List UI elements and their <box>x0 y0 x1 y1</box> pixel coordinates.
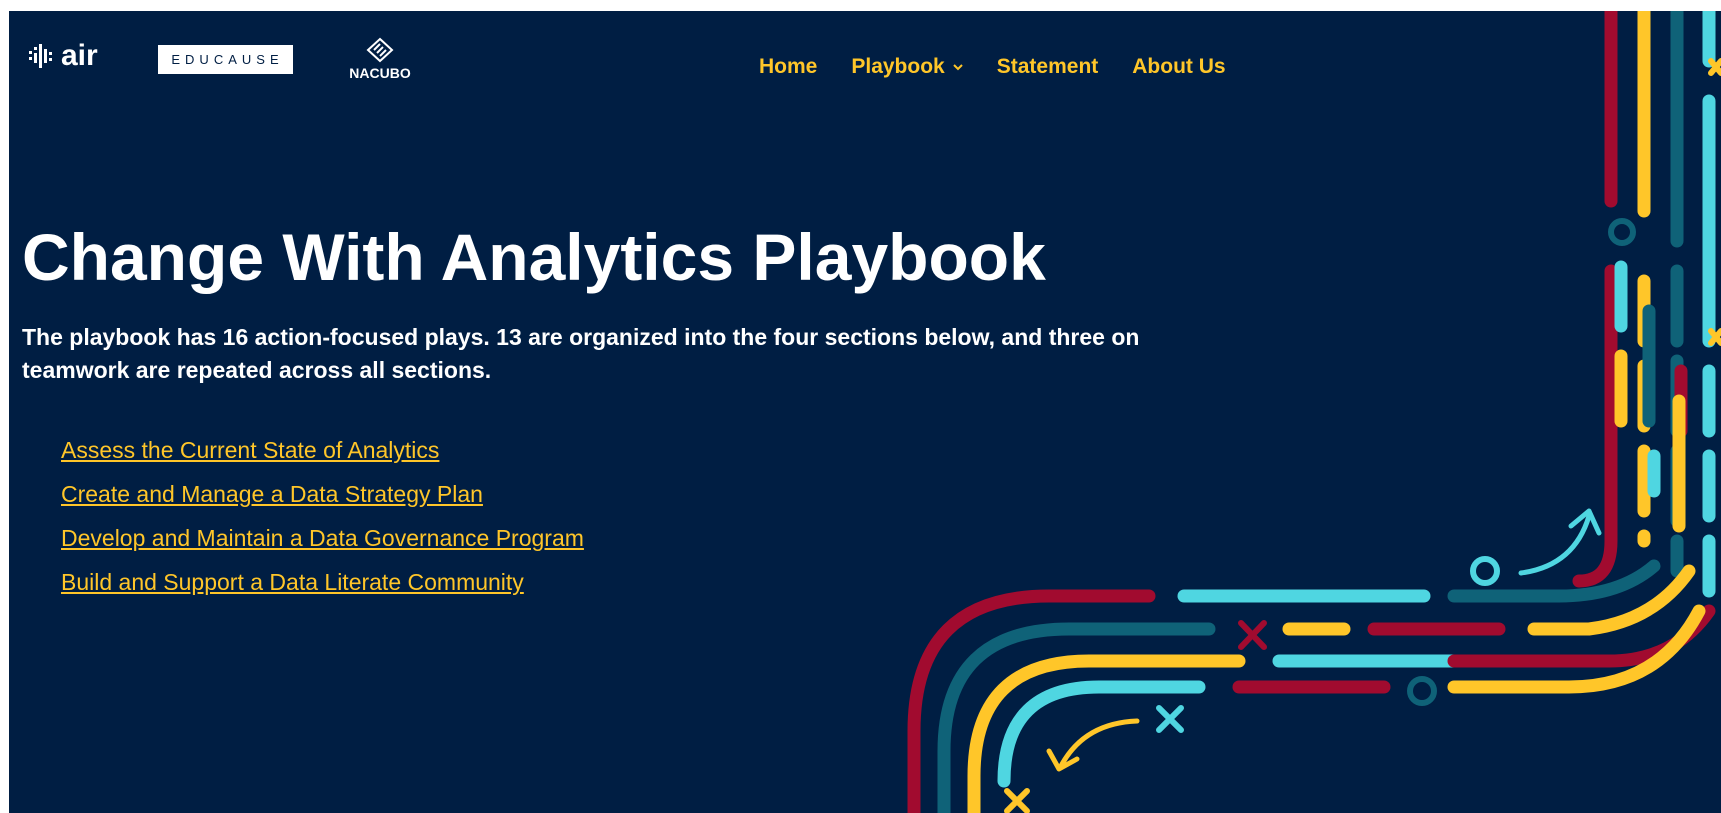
page-description: The playbook has 16 action-focused plays… <box>22 324 1140 383</box>
page: air EDUCAUSE NACUBO Home Playbook Statem… <box>9 11 1721 813</box>
list-item: Develop and Maintain a Data Governance P… <box>61 525 584 569</box>
section-link-strategy[interactable]: Create and Manage a Data Strategy Plan <box>61 481 483 507</box>
decorative-playbook-lines <box>907 11 1721 813</box>
page-title: Change With Analytics Playbook <box>22 220 1046 294</box>
list-item: Create and Manage a Data Strategy Plan <box>61 481 584 525</box>
list-item: Build and Support a Data Literate Commun… <box>61 569 584 613</box>
section-links: Assess the Current State of Analytics Cr… <box>61 437 584 613</box>
section-link-literacy[interactable]: Build and Support a Data Literate Commun… <box>61 569 524 595</box>
section-link-assess[interactable]: Assess the Current State of Analytics <box>61 437 439 463</box>
section-link-governance[interactable]: Develop and Maintain a Data Governance P… <box>61 525 584 551</box>
list-item: Assess the Current State of Analytics <box>61 437 584 481</box>
